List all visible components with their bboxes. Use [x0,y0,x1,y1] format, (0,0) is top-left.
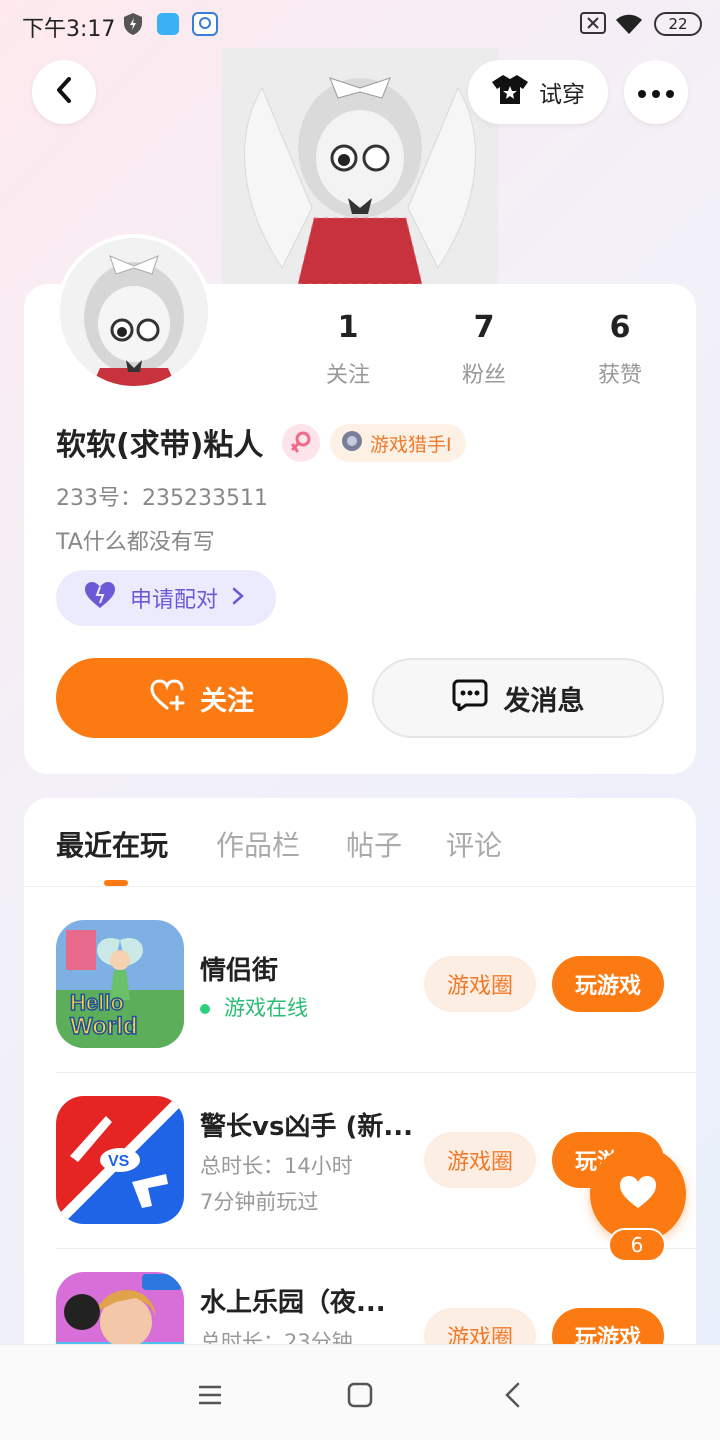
try-on-button[interactable]: 试穿 [468,60,608,124]
stat-number: 1 [337,310,359,345]
game-name: 情侣街 [200,956,279,986]
chat-bubble-icon [452,679,488,718]
more-dots-icon [638,83,674,102]
avatar-outfit-banner [222,48,498,284]
play-game-button[interactable]: 玩游戏 [552,956,664,1012]
chevron-left-icon [54,76,74,108]
divider [24,886,696,887]
game-name: 警长vs凶手 (新... [200,1112,413,1142]
battery-indicator: 22 [654,12,702,36]
back-button[interactable] [32,60,96,124]
app-notification-icon [192,12,218,40]
heart-icon [618,1174,658,1214]
stat-number: 6 [609,310,631,345]
list-item[interactable]: VS 警长vs凶手 (新... 总时长：14小时 7分钟前玩过 游戏圈 玩游戏 [24,1072,696,1248]
game-online-status: 游戏在线 [200,992,308,1022]
hello-world-game-icon[interactable]: Hello World [56,920,184,1048]
heart-icon [84,581,116,615]
stat-followers[interactable]: 7 粉丝 [434,310,534,389]
badge-emblem-icon [340,429,364,458]
heart-plus-icon [150,678,186,718]
follow-button[interactable]: 关注 [56,658,348,738]
game-duration: 总时长：14小时 [200,1154,353,1178]
svg-text:Hello: Hello [70,990,124,1015]
try-on-label: 试穿 [539,82,585,108]
stat-following[interactable]: 1 关注 [298,310,398,389]
user-id: 233号：235233511 [56,486,268,511]
stat-number: 7 [473,310,495,345]
shield-icon [122,12,144,40]
svg-text:VS: VS [108,1153,130,1170]
more-button[interactable] [624,60,688,124]
message-label: 发消息 [503,685,585,717]
pair-label: 申请配对 [130,588,219,613]
send-message-button[interactable]: 发消息 [372,658,664,738]
stat-label: 粉丝 [461,363,506,388]
tab-works[interactable]: 作品栏 [216,824,300,864]
status-bar: 下午3:17 22 [0,0,720,50]
game-name: 水上乐园（夜... [200,1288,386,1318]
back-triangle-icon[interactable] [492,1375,532,1415]
game-hunter-badge[interactable]: 游戏猎手I [330,424,466,462]
wifi-icon [614,12,644,40]
username: 软软(求带)粘人 [56,428,264,463]
menu-icon[interactable] [190,1375,230,1415]
game-circle-button[interactable]: 游戏圈 [424,956,536,1012]
home-square-icon[interactable] [340,1375,380,1415]
online-dot-icon [200,1004,210,1014]
request-pair-button[interactable]: 申请配对 [56,570,276,626]
tab-comments[interactable]: 评论 [446,824,502,864]
sheriff-vs-killer-game-icon[interactable]: VS [56,1096,184,1224]
list-item[interactable]: Hello World 情侣街 游戏在线 游戏圈 玩游戏 [24,896,696,1072]
status-time: 下午3:17 [22,17,116,42]
avatar[interactable] [56,234,212,390]
tshirt-icon [491,73,529,111]
user-bio: TA什么都没有写 [56,530,215,555]
badge-label: 游戏猎手I [370,433,452,456]
follow-label: 关注 [200,685,254,717]
online-status-text: 游戏在线 [224,996,308,1020]
female-gender-icon [282,424,320,462]
svg-text:World: World [70,1013,138,1040]
sim-off-icon [580,12,606,38]
stat-likes[interactable]: 6 获赞 [570,310,670,389]
game-last-played: 7分钟前玩过 [200,1190,319,1214]
game-circle-button[interactable]: 游戏圈 [424,1132,536,1188]
tab-recently-played[interactable]: 最近在玩 [56,824,168,864]
tab-posts[interactable]: 帖子 [346,824,402,864]
stat-label: 关注 [325,363,370,388]
like-count-badge: 6 [608,1228,666,1262]
chevron-right-icon [232,586,244,611]
stat-label: 获赞 [597,363,642,388]
app-notification-icon [156,12,180,40]
system-nav-bar [0,1344,720,1440]
